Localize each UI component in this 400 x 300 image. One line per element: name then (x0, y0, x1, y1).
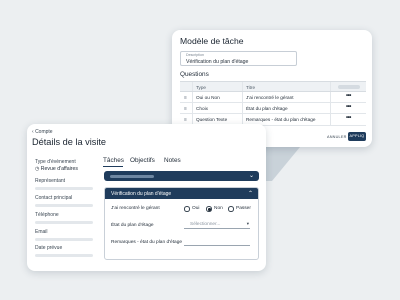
radio-no-label: Non (214, 206, 223, 211)
column-divider (330, 114, 331, 125)
column-divider (192, 103, 193, 114)
column-divider (242, 92, 243, 103)
more-horizontal-icon[interactable]: ••• (346, 115, 351, 121)
drag-handle-icon[interactable]: ≡ (184, 117, 187, 123)
task-panel: Vérification du plan d'étage ⌃ J'ai renc… (104, 187, 259, 260)
cancel-button[interactable]: ANNULER (327, 135, 347, 139)
radio-yes[interactable] (184, 206, 190, 212)
contact-label: Contact principal (35, 195, 73, 201)
task-placeholder (110, 174, 154, 178)
phone-label: Téléphone (35, 212, 59, 218)
drag-handle-icon[interactable]: ≡ (184, 106, 187, 112)
radio-no[interactable] (206, 206, 212, 212)
back-link[interactable]: ‹ Compte (32, 129, 53, 135)
active-tab-indicator (103, 166, 123, 168)
event-type-value: ◷ Revue d'affaires (35, 166, 78, 172)
floorplan-state-select[interactable]: Sélectionner... ▾ (184, 221, 250, 229)
chevron-up-icon[interactable]: ⌃ (248, 190, 253, 197)
representative-label: Représentant (35, 178, 66, 184)
visit-details-card: ‹ Compte Détails de la visite Type d'évè… (27, 124, 266, 271)
select-placeholder: Sélectionner... (190, 222, 221, 227)
column-divider (330, 103, 331, 114)
table-row[interactable]: ≡ Oui ou Non J'ai rencontré le gérant ••… (180, 92, 366, 104)
row-type: Choix (196, 106, 208, 112)
dialog-title: Modèle de tâche (180, 36, 244, 46)
task-panel-header[interactable]: Vérification du plan d'étage ⌃ (105, 188, 258, 199)
page-title: Détails de la visite (32, 137, 107, 147)
event-type-label: Type d'évènement (35, 159, 76, 165)
apply-button[interactable]: APPLIQ (348, 132, 366, 141)
email-label: Email (35, 229, 48, 235)
contact-value (35, 204, 93, 207)
radio-skip-label: Passer (236, 206, 251, 211)
column-divider (192, 92, 193, 103)
column-divider (330, 92, 331, 103)
tab-objectives[interactable]: Objectifs (130, 157, 155, 164)
email-value (35, 238, 93, 241)
row-title: État du plan d'étage (246, 106, 288, 112)
task-panel-title: Vérification du plan d'étage (111, 190, 172, 197)
description-value: Vérification du plan d'étage (186, 58, 249, 65)
radio-skip[interactable] (228, 206, 234, 212)
description-field[interactable]: Description Vérification du plan d'étage (180, 51, 297, 66)
row-title: J'ai rencontré le gérant (246, 95, 294, 100)
collapsed-task[interactable]: ⌄ (104, 171, 259, 181)
description-label: Description (186, 53, 204, 57)
column-title-header: Titre (246, 84, 256, 90)
back-label: Compte (35, 129, 53, 135)
row-title: Remarques - état du plan d'étage (246, 117, 316, 123)
date-value (35, 254, 93, 257)
row-type: Oui ou Non (196, 95, 220, 100)
row-type: Question Texte (196, 117, 228, 123)
question-met-manager-label: J'ai rencontré le gérant (111, 206, 160, 211)
more-horizontal-icon[interactable]: ••• (346, 93, 351, 99)
header-placeholder (338, 85, 360, 89)
question-floorplan-state-label: État du plan d'étage (111, 223, 154, 228)
question-remarks-label: Remarques - état du plan d'étage (111, 240, 183, 245)
chevron-down-icon[interactable]: ⌄ (249, 172, 254, 179)
radio-yes-label: Oui (192, 206, 200, 211)
column-type-header: Type (196, 84, 206, 90)
remarks-input[interactable] (184, 245, 250, 246)
more-horizontal-icon[interactable]: ••• (346, 104, 351, 110)
date-label: Date prévue (35, 245, 63, 251)
tab-tasks[interactable]: Tâches (103, 157, 124, 164)
table-row[interactable]: ≡ Choix État du plan d'étage ••• (180, 103, 366, 115)
questions-heading: Questions (180, 71, 209, 78)
column-divider (192, 82, 193, 91)
event-type-text: Revue d'affaires (40, 166, 78, 172)
radio-group: Oui Non Passer (184, 206, 254, 214)
column-divider (330, 82, 331, 91)
table-header: Type Titre (180, 82, 366, 92)
caret-down-icon: ▾ (246, 221, 249, 226)
phone-value (35, 221, 93, 224)
tab-notes[interactable]: Notes (164, 157, 181, 164)
representative-value (35, 187, 93, 190)
questions-table: Type Titre ≡ Oui ou Non J'ai rencontré l… (180, 81, 366, 126)
column-divider (242, 82, 243, 91)
column-divider (242, 103, 243, 114)
drag-handle-icon[interactable]: ≡ (184, 95, 187, 101)
